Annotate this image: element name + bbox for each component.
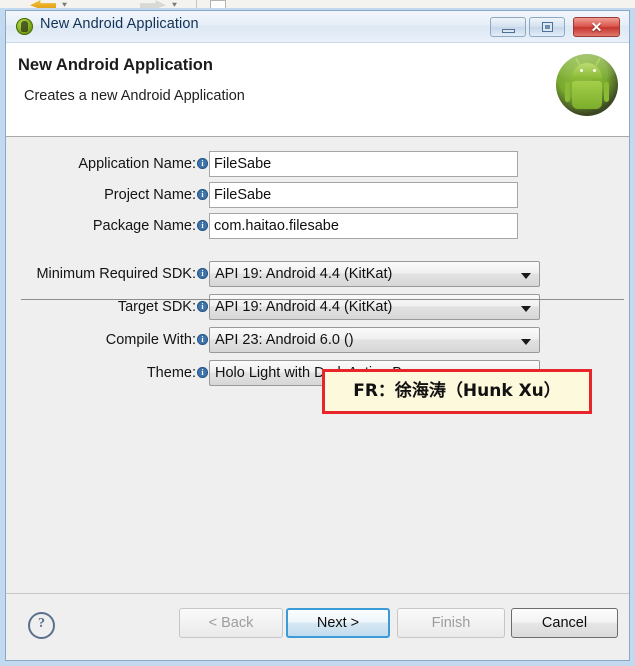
- dialog-window-frame: New Android Application ✕ New Android Ap…: [0, 8, 635, 666]
- field-row-project-name: Project Name: i FileSabe: [6, 182, 629, 208]
- annotation-text: FR：徐海涛（Hunk Xu）: [353, 381, 561, 401]
- info-icon[interactable]: i: [197, 334, 208, 345]
- maximize-button[interactable]: [529, 17, 565, 37]
- minimize-icon: [502, 29, 515, 33]
- close-icon: ✕: [590, 19, 603, 35]
- chevron-down-icon: [521, 273, 531, 279]
- target-sdk-select[interactable]: API 19: Android 4.4 (KitKat): [209, 294, 540, 320]
- project-name-input[interactable]: FileSabe: [209, 182, 518, 208]
- minimum-required-sdk-select[interactable]: API 19: Android 4.4 (KitKat): [209, 261, 540, 287]
- wizard-body: Application Name: i FileSabe Project Nam…: [6, 137, 629, 607]
- info-icon[interactable]: i: [197, 220, 208, 231]
- robot-arm-right-icon: [604, 82, 609, 102]
- compile-with-value: API 23: Android 6.0 (): [215, 332, 354, 348]
- minimize-button[interactable]: [490, 17, 526, 37]
- package-name-input[interactable]: com.haitao.filesabe: [209, 213, 518, 239]
- dialog-inner: New Android Application ✕ New Android Ap…: [5, 10, 630, 661]
- close-button[interactable]: ✕: [573, 17, 620, 37]
- robot-arm-left-icon: [565, 82, 570, 102]
- info-icon[interactable]: i: [197, 301, 208, 312]
- application-name-input[interactable]: FileSabe: [209, 151, 518, 177]
- label-application-name: Application Name:: [78, 156, 196, 172]
- field-row-compile-with: Compile With: i API 23: Android 6.0 (): [6, 327, 629, 353]
- info-icon[interactable]: i: [197, 367, 208, 378]
- field-row-package-name: Package Name: i com.haitao.filesabe: [6, 213, 629, 239]
- help-icon[interactable]: ?: [28, 612, 55, 639]
- section-divider: [21, 299, 624, 300]
- label-compile-with: Compile With:: [105, 332, 196, 348]
- compile-with-select[interactable]: API 23: Android 6.0 (): [209, 327, 540, 353]
- field-row-target-sdk: Target SDK: i API 19: Android 4.4 (KitKa…: [6, 294, 629, 320]
- label-theme: Theme:: [146, 365, 196, 381]
- field-row-application-name: Application Name: i FileSabe: [6, 151, 629, 177]
- title-bar: New Android Application ✕: [6, 11, 629, 43]
- label-minimum-required-sdk: Minimum Required SDK:: [36, 266, 196, 282]
- page-title: New Android Application: [18, 56, 213, 74]
- chevron-down-icon: [521, 339, 531, 345]
- next-button[interactable]: Next >: [286, 608, 390, 638]
- logo-gloss: [556, 54, 618, 81]
- dialog-footer: ? < Back Next > Finish Cancel: [6, 593, 629, 660]
- info-icon[interactable]: i: [197, 189, 208, 200]
- label-package-name: Package Name:: [92, 218, 196, 234]
- wizard-header: New Android Application Creates a new An…: [6, 43, 629, 137]
- chevron-down-icon: [521, 306, 531, 312]
- info-icon[interactable]: i: [197, 268, 208, 279]
- finish-button[interactable]: Finish: [397, 608, 505, 638]
- robot-body-icon: [572, 81, 602, 109]
- label-target-sdk: Target SDK:: [117, 299, 196, 315]
- android-robot-logo: [556, 54, 618, 116]
- minimum-required-sdk-value: API 19: Android 4.4 (KitKat): [215, 266, 393, 282]
- back-button[interactable]: < Back: [179, 608, 283, 638]
- maximize-icon: [542, 22, 553, 32]
- cancel-button[interactable]: Cancel: [511, 608, 618, 638]
- window-title: New Android Application: [40, 16, 199, 32]
- label-project-name: Project Name:: [104, 187, 196, 203]
- page-subtitle: Creates a new Android Application: [24, 88, 245, 104]
- info-icon[interactable]: i: [197, 158, 208, 169]
- android-app-icon: [16, 18, 33, 35]
- annotation-box: FR：徐海涛（Hunk Xu）: [322, 369, 592, 414]
- field-row-minimum-sdk: Minimum Required SDK: i API 19: Android …: [6, 261, 629, 287]
